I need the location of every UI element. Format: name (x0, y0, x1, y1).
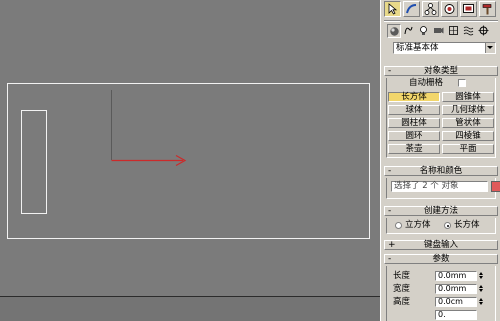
rollout-object-type-header[interactable]: - 对象类型 (384, 66, 498, 76)
rollout-creation-method-header[interactable]: - 创建方法 (384, 206, 498, 216)
param-width-spinner[interactable] (478, 284, 485, 294)
viewport-canvas[interactable] (0, 0, 380, 321)
object-name-value: 选择了 2 个 对象 (394, 181, 459, 191)
category-space-warps[interactable] (462, 24, 476, 38)
geometry-type-dropdown[interactable]: 标准基本体 (393, 42, 496, 54)
object-type-button-10[interactable]: 平面 (442, 144, 494, 154)
autogrid-checkbox[interactable] (458, 79, 466, 87)
object-type-button-4[interactable]: 几何球体 (442, 105, 494, 115)
object-type-button-5[interactable]: 圆柱体 (388, 118, 440, 128)
tab-hierarchy[interactable] (422, 1, 439, 17)
tab-modify[interactable] (403, 1, 420, 17)
camera-icon (434, 27, 444, 34)
category-helpers[interactable] (447, 24, 461, 38)
radio-box-label: 长方体 (454, 220, 480, 230)
param-length-field[interactable]: 0.0mm (435, 271, 477, 281)
radio-box[interactable] (444, 222, 451, 229)
hierarchy-icon (424, 3, 437, 15)
rollout-title: 名称和颜色 (419, 166, 463, 176)
autogrid-label: 自动栅格 (409, 78, 444, 88)
object-type-button-9[interactable]: 茶壶 (388, 144, 440, 154)
systems-icon (478, 25, 489, 36)
rollout-name-color: 选择了 2 个 对象 (386, 178, 500, 199)
box-object-1[interactable] (7, 83, 370, 239)
radio-cube[interactable] (395, 222, 402, 229)
autogrid-row: 自动栅格 (387, 78, 497, 88)
tab-motion[interactable] (441, 1, 458, 17)
motion-icon (444, 4, 455, 14)
sphere-icon (390, 27, 399, 36)
rollout-title: 对象类型 (423, 66, 458, 76)
rollout-name-color-header[interactable]: - 名称和颜色 (384, 166, 498, 176)
command-panel: 标准基本体 - 对象类型 自动栅格 长方体 圆锥体 球体 几何球体 圆柱体 管状体 圆环 四棱… (380, 0, 500, 321)
rollout-keyboard-entry-header[interactable]: + 键盘输入 (384, 240, 498, 250)
tab-display[interactable] (460, 1, 477, 17)
param-width-field[interactable]: 0.0mm (435, 284, 477, 294)
rollout-parameters: 长度 0.0mm 宽度 0.0mm 高度 0.0cm 0. (386, 266, 496, 321)
param-width-row: 宽度 0.0mm (387, 284, 497, 294)
param-height-spinner[interactable] (478, 297, 485, 307)
category-systems[interactable] (477, 24, 491, 38)
viewport-lower-strip (0, 297, 380, 321)
tab-create[interactable] (384, 1, 401, 17)
tab-utilities[interactable] (479, 1, 496, 17)
arc-icon (406, 4, 417, 14)
param-length-spinner[interactable] (478, 271, 485, 281)
shapes-icon (404, 26, 413, 35)
chevron-down-icon (487, 46, 493, 49)
box-object-2[interactable] (21, 110, 47, 214)
category-shapes[interactable] (402, 24, 416, 38)
object-type-button-1[interactable]: 长方体 (388, 92, 440, 102)
display-icon (463, 4, 474, 13)
creation-method-options: 立方体 长方体 (387, 221, 497, 231)
spacewarp-icon (463, 26, 474, 36)
transform-gizmo[interactable] (111, 90, 187, 167)
rollout-parameters-header[interactable]: - 参数 (384, 254, 498, 264)
object-type-button-8[interactable]: 四棱锥 (442, 131, 494, 141)
object-type-button-7[interactable]: 圆环 (388, 131, 440, 141)
param-width-label: 宽度 (393, 284, 411, 294)
rollout-title: 参数 (432, 254, 450, 264)
rollout-creation-method: 立方体 长方体 (386, 218, 496, 234)
category-cameras[interactable] (432, 24, 446, 38)
rollout-title: 创建方法 (423, 206, 458, 216)
radio-cube-label: 立方体 (405, 220, 431, 230)
object-color-swatch[interactable] (491, 181, 500, 192)
object-type-button-6[interactable]: 管状体 (442, 118, 494, 128)
category-geometry[interactable] (387, 24, 401, 38)
param-segments-field[interactable]: 0. (435, 310, 477, 320)
pointer-icon (388, 3, 398, 15)
rollout-title: 键盘输入 (423, 240, 458, 250)
object-type-button-2[interactable]: 圆锥体 (442, 92, 494, 102)
param-height-row: 高度 0.0cm (387, 297, 497, 307)
param-height-label: 高度 (393, 297, 411, 307)
geometry-type-value: 标准基本体 (396, 43, 439, 53)
viewport[interactable] (0, 0, 380, 321)
param-length-value: 0.0mm (438, 271, 467, 280)
category-lights[interactable] (417, 24, 431, 38)
param-height-field[interactable]: 0.0cm (435, 297, 477, 307)
param-width-value: 0.0mm (438, 284, 467, 293)
param-length-label: 长度 (393, 271, 411, 281)
object-name-field[interactable]: 选择了 2 个 对象 (391, 181, 488, 192)
dropdown-button[interactable] (485, 43, 495, 53)
light-icon (420, 26, 427, 35)
param-segments-row: 0. (387, 310, 497, 320)
param-height-value: 0.0cm (438, 297, 463, 306)
param-segments-value: 0. (438, 310, 446, 319)
helper-icon (449, 26, 458, 35)
hammer-icon (482, 4, 492, 15)
rollout-object-type: 自动栅格 长方体 圆锥体 球体 几何球体 圆柱体 管状体 圆环 四棱锥 茶壶 平面 (386, 78, 496, 158)
param-length-row: 长度 0.0mm (387, 271, 497, 281)
object-type-button-3[interactable]: 球体 (388, 105, 440, 115)
